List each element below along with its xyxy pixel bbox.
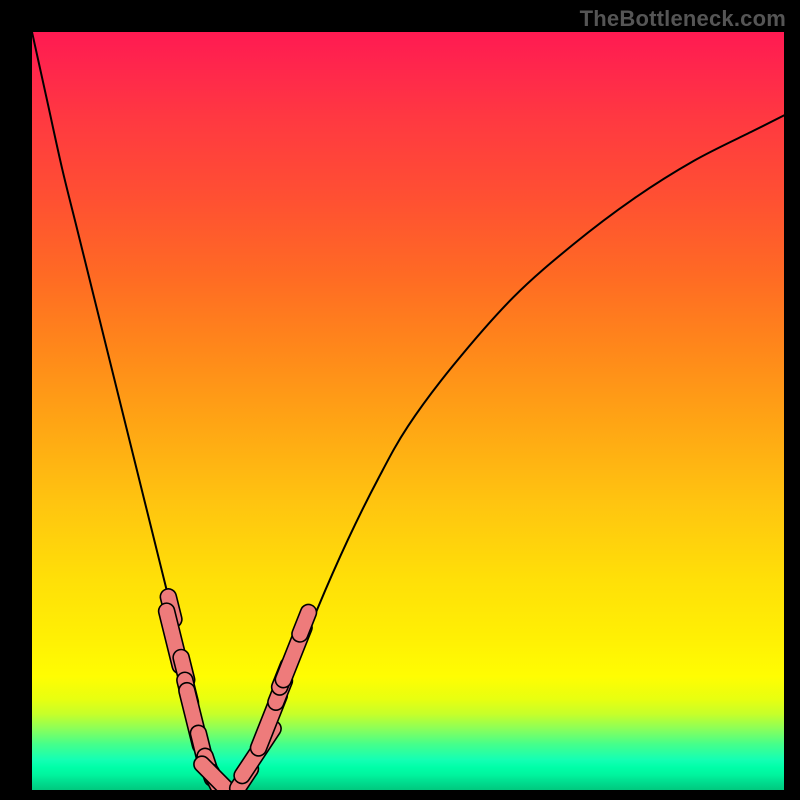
watermark-text: TheBottleneck.com: [580, 6, 786, 32]
plot-area: [32, 32, 784, 790]
frame-border: TheBottleneck.com: [0, 0, 800, 800]
bottleneck-curve: [32, 32, 784, 790]
